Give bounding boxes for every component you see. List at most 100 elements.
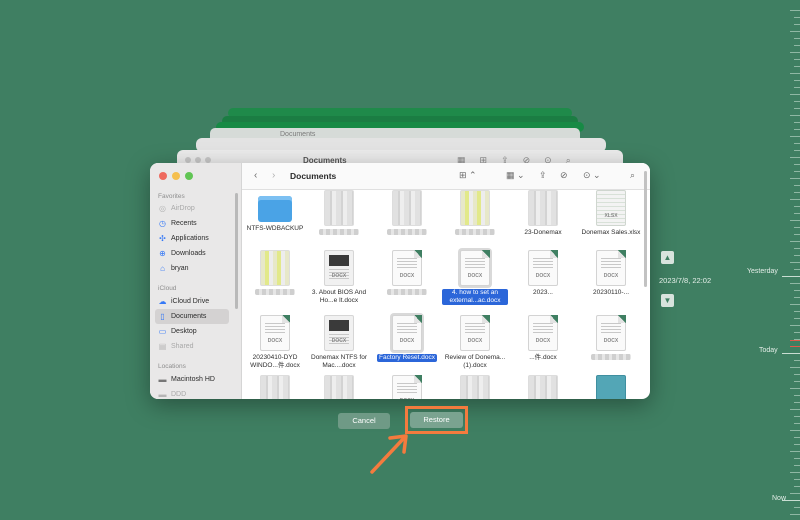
close-button[interactable] xyxy=(159,172,167,180)
timeline-tick xyxy=(790,241,800,242)
timeline-tick xyxy=(782,353,800,354)
file-item[interactable]: DOCX xyxy=(578,315,644,363)
file-item[interactable] xyxy=(442,190,508,238)
timeline-tick xyxy=(790,52,800,53)
file-icon xyxy=(596,375,626,399)
forward-icon[interactable]: › xyxy=(272,170,275,181)
search-icon[interactable]: ⌕ xyxy=(630,170,635,181)
timeline-tick xyxy=(790,304,800,305)
file-icon: DOCX xyxy=(596,315,626,351)
older-backup-button[interactable]: ▲ xyxy=(661,251,674,264)
disk-icon: ▬ xyxy=(158,375,167,384)
timeline-tick xyxy=(794,80,800,81)
group-icon[interactable]: ▦ ⌄ xyxy=(506,170,525,181)
file-name: 3. About BIOS And Ho...e It.docx xyxy=(311,289,367,304)
file-type-label: DOCX xyxy=(535,273,551,279)
file-item[interactable]: DOCX Donemax NTFS for Mac...​.docx xyxy=(306,315,372,370)
timeline-marker xyxy=(790,346,800,347)
timeline-tick xyxy=(790,493,800,494)
sidebar-item-desktop[interactable]: ▭ Desktop xyxy=(155,324,229,339)
timeline-label-today[interactable]: Today xyxy=(759,347,778,354)
timeline-tick xyxy=(790,178,800,179)
timeline-tick xyxy=(790,262,800,263)
sidebar-item-recents[interactable]: ◷ Recents xyxy=(155,216,229,231)
more-icon[interactable]: ⊙ ⌄ xyxy=(583,170,601,181)
timeline-tick xyxy=(794,59,800,60)
file-item[interactable] xyxy=(442,375,508,399)
file-name: Review of Donema...(1).docx xyxy=(444,354,506,369)
icon-view-icon[interactable]: ⊞ ⌃ xyxy=(459,170,477,181)
timeline-tick xyxy=(794,164,800,165)
file-item[interactable]: DOCX Factory Reset.docx xyxy=(374,315,440,362)
file-item[interactable] xyxy=(242,250,308,298)
timeline-tick xyxy=(794,143,800,144)
timeline-tick xyxy=(794,381,800,382)
sidebar-item-shared[interactable]: ▤ Shared xyxy=(155,339,229,354)
file-item[interactable]: DOCX 4. how to set an external...ac.docx xyxy=(442,250,508,305)
file-item[interactable]: DOCX xyxy=(374,375,440,399)
file-item[interactable]: 23-Donemax xyxy=(510,190,576,237)
sidebar-item-downloads[interactable]: ⊕ Downloads xyxy=(155,246,229,261)
file-item[interactable]: DOCX 20230410-DYD WINDO...件.docx xyxy=(242,315,308,370)
file-item[interactable]: DOCX Review of Donema...(1).docx xyxy=(442,315,508,370)
minimize-button[interactable] xyxy=(172,172,180,180)
timeline-label-now[interactable]: Now xyxy=(772,495,786,502)
timeline-tick xyxy=(794,227,800,228)
sidebar-item-airdrop[interactable]: ◎ AirDrop xyxy=(155,201,229,216)
timeline-label-yesterday[interactable]: Yesterday xyxy=(747,268,778,275)
file-icon xyxy=(260,250,290,286)
backup-date: 2023/7/8, 22:02 xyxy=(659,276,712,285)
file-type-label: DOCX xyxy=(331,338,347,344)
file-item[interactable]: DOCX 2023... xyxy=(510,250,576,297)
backup-timeline[interactable] xyxy=(780,0,800,520)
file-type-label: XLSX xyxy=(604,213,618,219)
file-item[interactable]: DOCX xyxy=(374,250,440,298)
file-item[interactable] xyxy=(510,375,576,399)
timeline-tick xyxy=(794,444,800,445)
sidebar-item-applications[interactable]: ✣ Applications xyxy=(155,231,229,246)
timeline-tick xyxy=(790,451,800,452)
sidebar-section-icloud: iCloud xyxy=(158,285,177,292)
file-name: 23-Donemax xyxy=(524,229,562,236)
file-name: Donemax NTFS for Mac...​.docx xyxy=(311,354,367,369)
newer-backup-button[interactable]: ▼ xyxy=(661,294,674,307)
content-scrollbar[interactable] xyxy=(644,171,647,287)
file-item[interactable]: DOCX ...件.docx xyxy=(510,315,576,362)
file-icon: DOCX xyxy=(324,250,354,286)
file-item[interactable] xyxy=(306,190,372,238)
timeline-tick xyxy=(794,374,800,375)
file-item[interactable] xyxy=(242,375,308,399)
file-name xyxy=(255,289,295,295)
tag-icon[interactable]: ⊘ xyxy=(560,170,568,181)
file-icon xyxy=(324,375,354,399)
zoom-button[interactable] xyxy=(185,172,193,180)
timeline-tick xyxy=(794,311,800,312)
finder-window[interactable]: Favorites ◎ AirDrop ◷ Recents ✣ Application… xyxy=(150,163,650,399)
file-item[interactable] xyxy=(374,190,440,238)
file-item[interactable]: DOCX 20230110-... xyxy=(578,250,644,297)
backup-window-title: Documents xyxy=(280,131,316,138)
share-icon[interactable]: ⇪ xyxy=(539,170,547,181)
back-icon[interactable]: ‹ xyxy=(254,170,257,181)
sidebar-item-macintosh-hd[interactable]: ▬ Macintosh HD xyxy=(155,372,229,387)
timeline-tick xyxy=(794,255,800,256)
file-item[interactable] xyxy=(578,375,644,399)
sidebar-item-ddd[interactable]: ▬ DDD xyxy=(155,387,229,399)
sidebar-item-home[interactable]: ⌂ bryan xyxy=(155,261,229,276)
timeline-tick xyxy=(794,290,800,291)
sidebar-scrollbar[interactable] xyxy=(235,193,238,309)
file-icon: DOCX xyxy=(528,250,558,286)
timeline-tick xyxy=(794,171,800,172)
file-item[interactable] xyxy=(306,375,372,399)
file-item[interactable]: XLSX Donemax Sales.xlsx xyxy=(578,190,644,237)
file-type-label: DOCX xyxy=(331,273,347,279)
file-item[interactable]: DOCX 3. About BIOS And Ho...e It.docx xyxy=(306,250,372,305)
file-type-label: DOCX xyxy=(603,338,619,344)
sidebar-item-documents[interactable]: ▯ Documents xyxy=(155,309,229,324)
timeline-tick xyxy=(790,514,800,515)
sidebar-item-icloud-drive[interactable]: ☁ iCloud Drive xyxy=(155,294,229,309)
file-item[interactable]: NTFS-WDBACKUP xyxy=(242,190,308,233)
pointer-arrow xyxy=(370,434,408,474)
cancel-button[interactable]: Cancel xyxy=(338,413,390,429)
timeline-tick xyxy=(794,332,800,333)
